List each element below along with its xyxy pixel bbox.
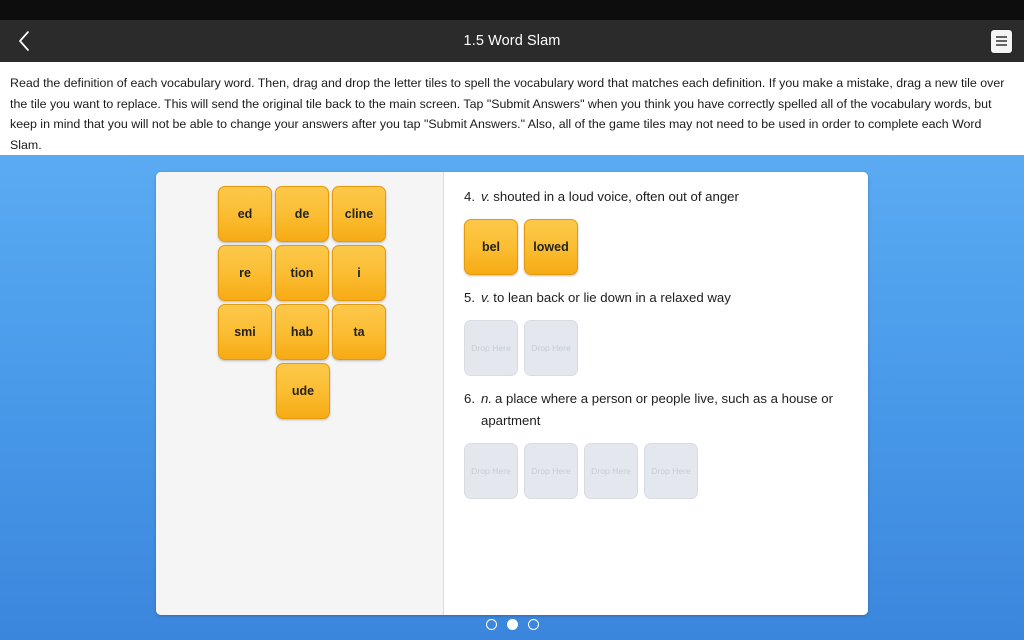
letter-tile-row: ed de cline — [218, 186, 388, 242]
letter-tile-tray: ed de cline re tion i smi hab ta ude — [156, 172, 444, 615]
menu-line — [996, 36, 1007, 38]
drop-target-slot[interactable]: Drop Here — [464, 443, 518, 499]
menu-line — [996, 40, 1007, 42]
chevron-left-icon — [18, 31, 29, 51]
definitions-panel: 4. v. shouted in a loud voice, often out o… — [444, 172, 868, 615]
list-menu-icon[interactable] — [991, 29, 1012, 53]
back-button[interactable] — [0, 20, 48, 62]
letter-tile[interactable]: de — [275, 186, 329, 242]
game-area: ed de cline re tion i smi hab ta ude 4. v. shouted … — [0, 155, 1024, 640]
letter-tile[interactable]: ude — [276, 363, 330, 419]
letter-tile[interactable]: tion — [275, 245, 329, 301]
definition-block: 6. n. a place where a person or people liv… — [464, 388, 850, 499]
letter-tile[interactable]: hab — [275, 304, 329, 360]
instructions-text: Read the definition of each vocabulary w… — [10, 76, 1005, 152]
pagination-dot[interactable] — [485, 619, 497, 630]
definition-wording: shouted in a loud voice, often out of an… — [493, 189, 739, 204]
drop-target-slot[interactable]: Drop Here — [464, 320, 518, 376]
part-of-speech: n. — [481, 391, 492, 406]
drop-target-slot[interactable]: Drop Here — [524, 443, 578, 499]
pagination-dot-active[interactable] — [506, 619, 518, 630]
definition-body: v. to lean back or lie down in a relaxed … — [481, 287, 850, 309]
filled-answer-tile[interactable]: lowed — [524, 219, 578, 275]
letter-tile-grid: ed de cline re tion i smi hab ta ude — [218, 186, 388, 419]
letter-tile[interactable]: smi — [218, 304, 272, 360]
letter-tile[interactable]: cline — [332, 186, 386, 242]
app-bar: 1.5 Word Slam — [0, 20, 1024, 62]
letter-tile[interactable]: ta — [332, 304, 386, 360]
definition-block: 5. v. to lean back or lie down in a relaxe… — [464, 287, 850, 376]
definition-text: 5. v. to lean back or lie down in a relaxe… — [464, 287, 850, 309]
definition-wording: a place where a person or people live, s… — [481, 391, 833, 428]
letter-tile[interactable]: re — [218, 245, 272, 301]
drop-target-slot[interactable]: Drop Here — [644, 443, 698, 499]
status-bar — [0, 0, 1024, 20]
drop-target-slot[interactable]: Drop Here — [524, 320, 578, 376]
definition-number: 6. — [464, 391, 475, 406]
pagination-dot[interactable] — [527, 619, 539, 630]
part-of-speech: v. — [481, 290, 491, 305]
definition-text: 6. n. a place where a person or people liv… — [464, 388, 850, 432]
pagination-dots — [0, 619, 1024, 630]
page-title: 1.5 Word Slam — [463, 33, 561, 49]
answer-slot-row: bel lowed — [464, 219, 850, 275]
definition-number: 5. — [464, 290, 475, 305]
definition-body: v. shouted in a loud voice, often out of … — [481, 186, 850, 208]
filled-answer-tile[interactable]: bel — [464, 219, 518, 275]
letter-tile-row: smi hab ta — [218, 304, 388, 360]
part-of-speech: v. — [481, 189, 491, 204]
menu-line — [996, 44, 1007, 46]
answer-slot-row: Drop Here Drop Here Drop Here Drop Here — [464, 443, 850, 499]
definition-block: 4. v. shouted in a loud voice, often out o… — [464, 186, 850, 275]
definition-wording: to lean back or lie down in a relaxed wa… — [493, 290, 731, 305]
letter-tile[interactable]: i — [332, 245, 386, 301]
game-card: ed de cline re tion i smi hab ta ude 4. v. shouted … — [156, 172, 868, 615]
letter-tile[interactable]: ed — [218, 186, 272, 242]
definition-number: 4. — [464, 189, 475, 204]
definition-body: n. a place where a person or people live,… — [481, 388, 850, 432]
app-screen: 1.5 Word Slam Read the definition of eac… — [0, 0, 1024, 640]
answer-slot-row: Drop Here Drop Here — [464, 320, 850, 376]
instructions-panel: Read the definition of each vocabulary w… — [0, 62, 1024, 155]
letter-tile-row: re tion i — [218, 245, 388, 301]
definition-text: 4. v. shouted in a loud voice, often out o… — [464, 186, 850, 208]
drop-target-slot[interactable]: Drop Here — [584, 443, 638, 499]
letter-tile-row: ude — [218, 363, 388, 419]
